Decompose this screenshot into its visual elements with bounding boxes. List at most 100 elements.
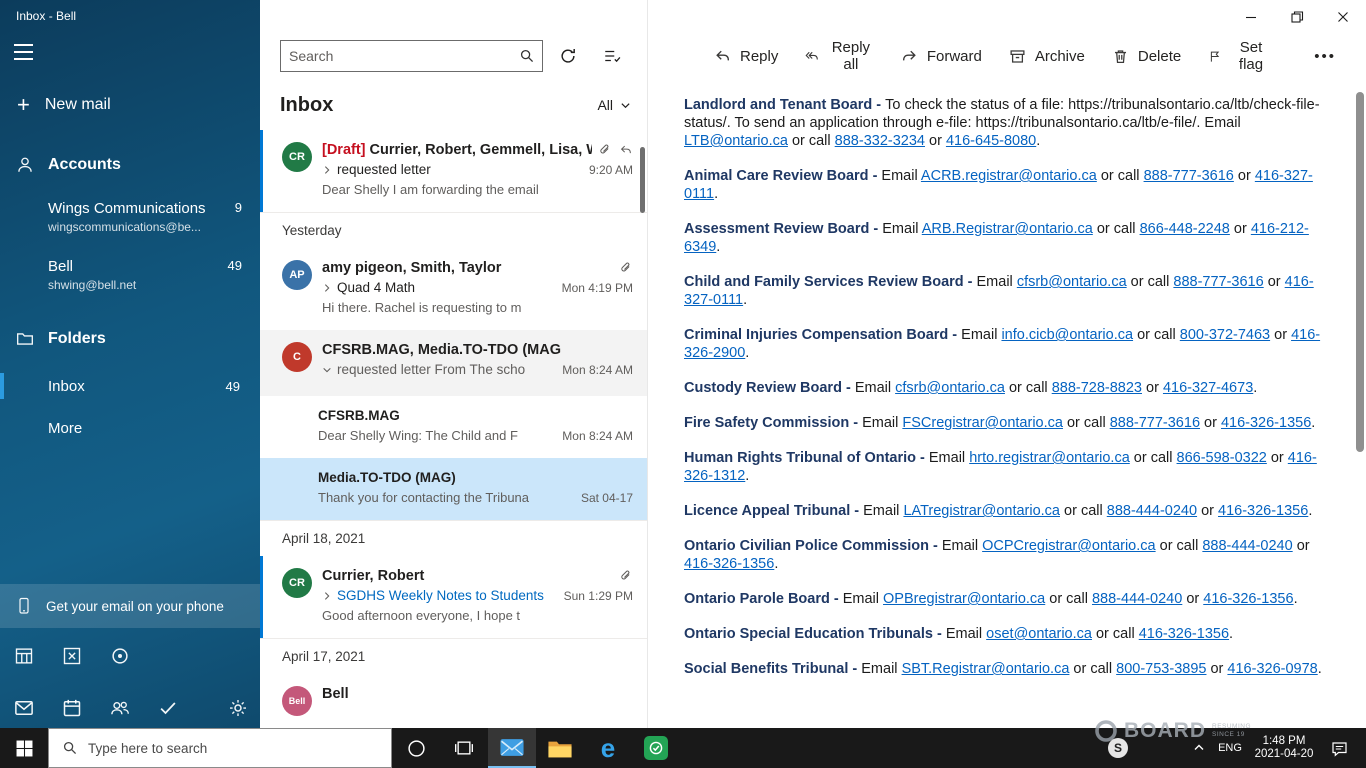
message-link[interactable]: 888-728-8823 — [1052, 380, 1142, 396]
expand-chevron-icon[interactable] — [322, 165, 332, 175]
collapse-chevron-icon[interactable] — [322, 365, 332, 375]
cortana-button[interactable] — [392, 728, 440, 768]
account-bell[interactable]: Bell 49 shwing@bell.net — [0, 258, 260, 292]
message-link[interactable]: 800-753-3895 — [1116, 661, 1206, 677]
message-link[interactable]: LATregistrar@ontario.ca — [903, 503, 1060, 519]
filter-dropdown[interactable]: All — [597, 97, 631, 113]
email-list-item[interactable]: CR [Draft] Currier, Robert, Gemmell, Lisa… — [260, 130, 647, 212]
email-preview: Thank you for contacting the Tribuna — [318, 490, 530, 505]
email-list-item[interactable]: CR Currier, Robert SGDHS Weekly Notes to S… — [260, 556, 647, 638]
message-link[interactable]: LTB@ontario.ca — [684, 133, 788, 149]
message-link[interactable]: 866-448-2248 — [1140, 221, 1230, 237]
circle-icon[interactable] — [110, 646, 130, 666]
clock[interactable]: 1:48 PM 2021-04-20 — [1248, 735, 1320, 761]
search-input[interactable] — [281, 48, 512, 64]
message-link[interactable]: 888-332-3234 — [835, 133, 925, 149]
taskbar-search[interactable] — [48, 728, 392, 768]
expand-chevron-icon[interactable] — [322, 283, 332, 293]
taskbar-search-input[interactable] — [88, 740, 391, 756]
message-link[interactable]: 416-326-0978 — [1227, 661, 1317, 677]
message-link[interactable]: 888-777-3616 — [1173, 274, 1263, 290]
message-link[interactable]: 888-777-3616 — [1144, 168, 1234, 184]
set-flag-button[interactable]: Set flag — [1208, 39, 1271, 73]
message-link[interactable]: SBT.Registrar@ontario.ca — [902, 661, 1070, 677]
accounts-section-header[interactable]: Accounts — [0, 148, 260, 182]
scrollbar-thumb[interactable] — [1356, 92, 1364, 452]
phone-banner[interactable]: Get your email on your phone — [0, 584, 260, 628]
edge-browser-button[interactable]: e — [584, 728, 632, 768]
taskbar-mail-button[interactable] — [488, 728, 536, 768]
hidden-icons-chevron[interactable] — [1186, 742, 1212, 754]
gear-icon[interactable] — [228, 698, 248, 718]
message-link[interactable]: cfsrb@ontario.ca — [1017, 274, 1127, 290]
email-list-item[interactable]: CFSRB.MAG Dear Shelly Wing: The Child and… — [260, 396, 647, 458]
forward-button[interactable]: Forward — [901, 48, 982, 65]
message-link[interactable]: info.cicb@ontario.ca — [1001, 327, 1133, 343]
search-icon[interactable] — [512, 48, 542, 64]
message-link[interactable]: 888-777-3616 — [1110, 415, 1200, 431]
email-list-item[interactable]: AP amy pigeon, Smith, Taylor Quad 4 Math Mo… — [260, 248, 647, 330]
language-indicator[interactable]: ENG — [1212, 742, 1248, 754]
message-link[interactable]: 416-645-8080 — [946, 133, 1036, 149]
message-link[interactable]: FSCregistrar@ontario.ca — [902, 415, 1063, 431]
x-table-icon[interactable] — [62, 646, 82, 666]
search-box[interactable] — [280, 40, 543, 72]
restore-button[interactable] — [1274, 0, 1320, 33]
close-button[interactable] — [1320, 0, 1366, 33]
file-explorer-icon — [548, 741, 572, 757]
message-link[interactable]: 416-326-1356 — [684, 556, 774, 572]
minimize-button[interactable] — [1228, 0, 1274, 33]
tray-s-icon[interactable]: S — [1108, 738, 1128, 758]
email-list-item[interactable]: C CFSRB.MAG, Media.TO-TDO (MAG requested l… — [260, 330, 647, 396]
sidebar-item-more[interactable]: More — [0, 412, 260, 444]
todo-check-icon[interactable] — [158, 698, 178, 718]
window-title: Inbox - Bell — [16, 9, 77, 23]
message-link[interactable]: ARB.Registrar@ontario.ca — [922, 221, 1093, 237]
message-link[interactable]: 888-444-0240 — [1107, 503, 1197, 519]
people-icon[interactable] — [110, 698, 130, 718]
replied-icon — [620, 145, 631, 154]
email-list-item[interactable]: Bell Bell — [260, 674, 647, 728]
task-view-button[interactable] — [440, 728, 488, 768]
file-explorer-button[interactable] — [536, 728, 584, 768]
message-link[interactable]: 800-372-7463 — [1180, 327, 1270, 343]
sync-button[interactable] — [559, 47, 577, 65]
reading-pane-scrollbar[interactable] — [1356, 86, 1364, 722]
sidebar-item-inbox[interactable]: Inbox 49 — [0, 370, 260, 402]
message-link[interactable]: 416-326-1356 — [1218, 503, 1308, 519]
selection-mode-button[interactable] — [603, 47, 621, 65]
reply-button[interactable]: Reply — [714, 48, 778, 65]
list-scrollbar[interactable] — [640, 147, 645, 213]
message-link[interactable]: 416-326-1356 — [1203, 591, 1293, 607]
reply-all-button[interactable]: Reply all — [805, 39, 873, 73]
hamburger-menu-button[interactable] — [14, 44, 40, 64]
delete-button[interactable]: Delete — [1112, 48, 1181, 65]
message-link[interactable]: ACRB.registrar@ontario.ca — [921, 168, 1097, 184]
green-app-button[interactable] — [632, 728, 680, 768]
message-link[interactable]: OCPCregistrar@ontario.ca — [982, 538, 1155, 554]
start-button[interactable] — [0, 728, 48, 768]
reply-label: Reply — [740, 47, 779, 65]
message-link[interactable]: OPBregistrar@ontario.ca — [883, 591, 1045, 607]
delete-icon — [1114, 49, 1126, 63]
message-link[interactable]: 888-444-0240 — [1092, 591, 1182, 607]
message-link[interactable]: 888-444-0240 — [1202, 538, 1292, 554]
expand-chevron-icon[interactable] — [322, 591, 332, 601]
folders-section-header[interactable]: Folders — [0, 322, 260, 356]
archive-button[interactable]: Archive — [1009, 48, 1085, 65]
message-link[interactable]: cfsrb@ontario.ca — [895, 380, 1005, 396]
more-options-button[interactable]: ••• — [1314, 48, 1336, 65]
action-center-button[interactable] — [1320, 740, 1358, 757]
new-mail-button[interactable]: + New mail — [0, 88, 260, 122]
message-link[interactable]: 866-598-0322 — [1177, 450, 1267, 466]
mail-nav-icon[interactable] — [14, 698, 34, 718]
message-link[interactable]: oset@ontario.ca — [986, 626, 1092, 642]
table-icon[interactable] — [14, 646, 34, 666]
email-list-item[interactable]: Media.TO-TDO (MAG) Thank you for contacti… — [260, 458, 647, 520]
message-link[interactable]: hrto.registrar@ontario.ca — [969, 450, 1130, 466]
message-link[interactable]: 416-326-1356 — [1139, 626, 1229, 642]
message-link[interactable]: 416-326-1356 — [1221, 415, 1311, 431]
message-link[interactable]: 416-327-4673 — [1163, 380, 1253, 396]
calendar-icon[interactable] — [62, 698, 82, 718]
account-wings-communications[interactable]: Wings Communications 9 wingscommunicatio… — [0, 200, 260, 234]
